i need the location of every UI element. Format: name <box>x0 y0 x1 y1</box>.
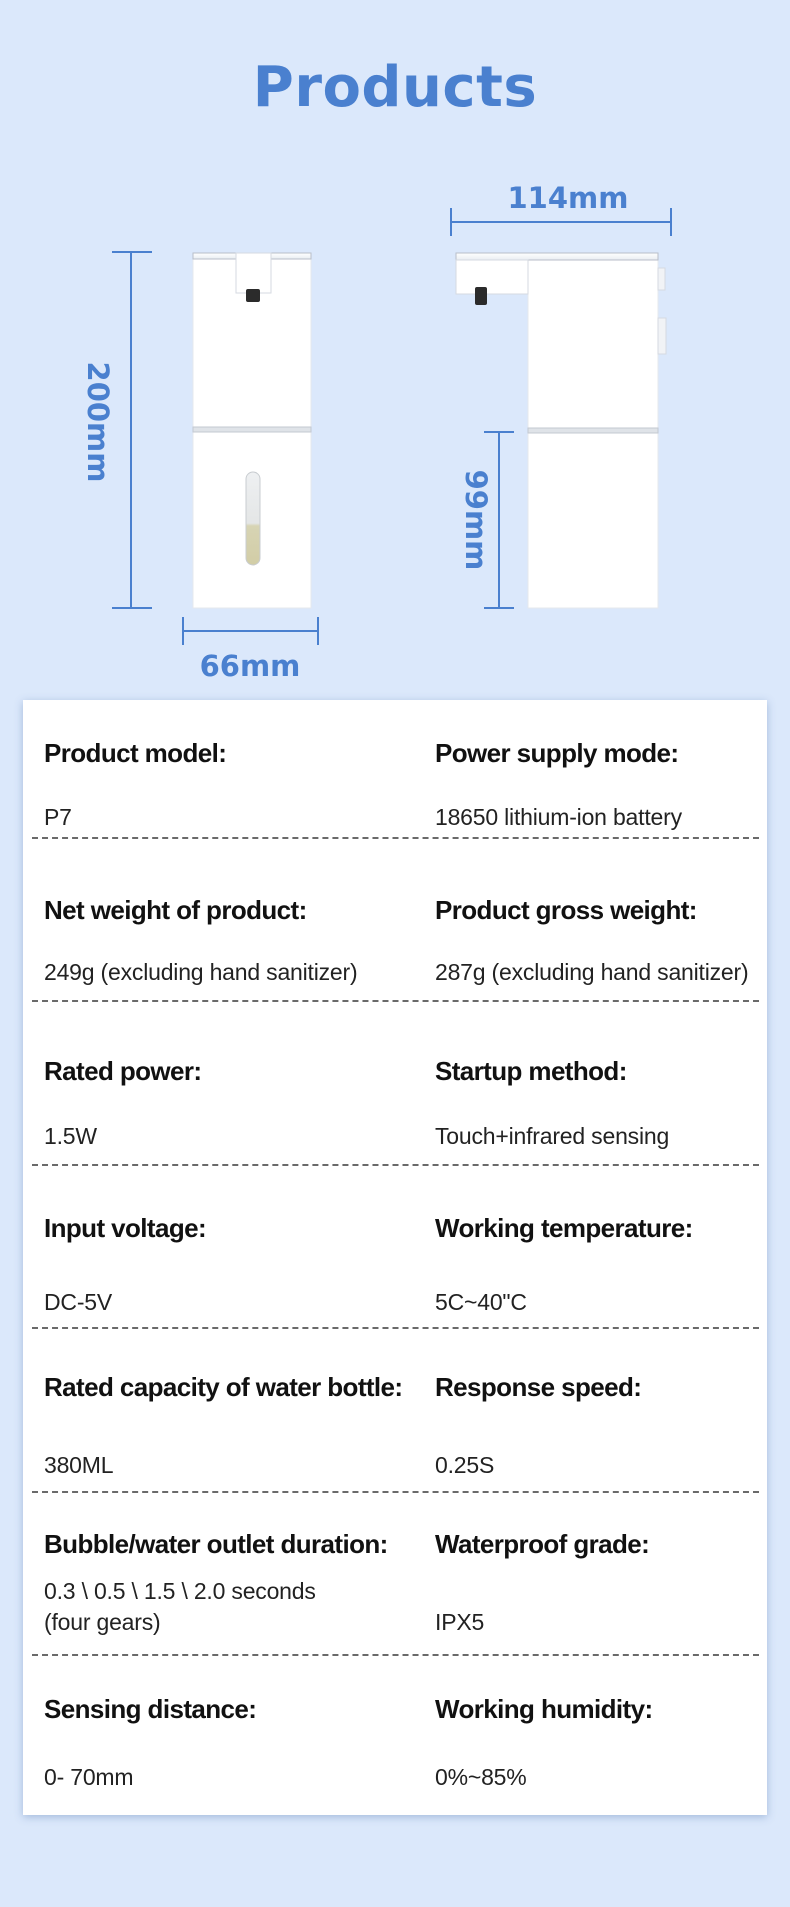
spec-label: Net weight of product: <box>44 895 307 925</box>
spec-cell: Rated power: 1.5W <box>44 1000 424 1164</box>
spec-cell: Bubble/water outlet duration: 0.3 \ 0.5 … <box>44 1491 424 1654</box>
spec-value: 249g (excluding hand sanitizer) <box>44 959 358 985</box>
product-dimension-diagram: 200mm 66mm 114mm 99mm <box>81 181 672 683</box>
spec-row: Net weight of product: 249g (excluding h… <box>32 837 759 1002</box>
spec-cell: Product model: P7 <box>44 700 424 837</box>
spec-label: Bubble/water outlet duration: <box>44 1529 388 1559</box>
spec-value: 0%~85% <box>435 1764 527 1790</box>
spec-row: Input voltage: DC-5V Working temperature… <box>32 1164 759 1329</box>
spec-label: Rated capacity of water bottle: <box>44 1372 403 1402</box>
spec-cell: Rated capacity of water bottle: 380ML <box>44 1327 424 1491</box>
spec-label: Working humidity: <box>435 1694 653 1724</box>
spec-row: Rated power: 1.5W Startup method: Touch+… <box>32 1000 759 1166</box>
spec-value: 0.3 \ 0.5 \ 1.5 \ 2.0 seconds (four gear… <box>44 1578 316 1635</box>
spec-label: Product model: <box>44 738 227 768</box>
lower-height-dimension: 99mm <box>459 431 514 609</box>
spec-value: 287g (excluding hand sanitizer) <box>435 959 749 985</box>
spec-value: IPX5 <box>435 1609 485 1635</box>
spec-cell: Input voltage: DC-5V <box>44 1164 424 1327</box>
base-width-dimension-label: 66mm <box>200 649 301 683</box>
lower-height-dimension-label: 99mm <box>459 470 493 571</box>
height-dimension-label: 200mm <box>81 362 115 483</box>
spec-label: Rated power: <box>44 1056 202 1086</box>
spec-card: Product model: P7 Power supply mode: 186… <box>23 700 767 1815</box>
spec-cell: Waterproof grade: IPX5 <box>435 1491 759 1654</box>
spec-label: Product gross weight: <box>435 895 697 925</box>
base-width-dimension: 66mm <box>182 617 319 683</box>
spec-value: 18650 lithium-ion battery <box>435 804 682 830</box>
spec-label: Response speed: <box>435 1372 642 1402</box>
height-dimension: 200mm <box>81 251 152 609</box>
depth-dimension: 114mm <box>450 181 672 236</box>
spec-label: Working temperature: <box>435 1213 693 1243</box>
spec-label: Startup method: <box>435 1056 627 1086</box>
spec-cell: Power supply mode: 18650 lithium-ion bat… <box>435 700 759 837</box>
spec-cell: Working temperature: 5C~40"C <box>435 1164 759 1327</box>
spec-label: Sensing distance: <box>44 1694 257 1724</box>
spec-value: 380ML <box>44 1452 114 1478</box>
spec-cell: Startup method: Touch+infrared sensing <box>435 1000 759 1164</box>
depth-dimension-label: 114mm <box>508 181 629 215</box>
spec-row: Rated capacity of water bottle: 380ML Re… <box>32 1327 759 1493</box>
spec-cell: Sensing distance: 0- 70mm <box>44 1654 424 1815</box>
spec-row: Bubble/water outlet duration: 0.3 \ 0.5 … <box>32 1491 759 1656</box>
spec-label: Waterproof grade: <box>435 1529 650 1559</box>
spec-row: Sensing distance: 0- 70mm Working humidi… <box>32 1654 759 1815</box>
spec-value: 0- 70mm <box>44 1764 134 1790</box>
spec-value: P7 <box>44 804 72 830</box>
spec-cell: Working humidity: 0%~85% <box>435 1654 759 1815</box>
spec-label: Input voltage: <box>44 1213 207 1243</box>
spec-value: Touch+infrared sensing <box>435 1123 670 1149</box>
spec-value: 1.5W <box>44 1123 97 1149</box>
spec-row: Product model: P7 Power supply mode: 186… <box>32 700 759 839</box>
spec-cell: Response speed: 0.25S <box>435 1327 759 1491</box>
spec-label: Power supply mode: <box>435 738 679 768</box>
spec-value: DC-5V <box>44 1289 113 1315</box>
dispenser-front-view <box>192 252 312 609</box>
spec-cell: Product gross weight: 287g (excluding ha… <box>435 837 759 1000</box>
spec-cell: Net weight of product: 249g (excluding h… <box>44 837 424 1000</box>
spec-value: 5C~40"C <box>435 1289 527 1315</box>
spec-value: 0.25S <box>435 1452 495 1478</box>
